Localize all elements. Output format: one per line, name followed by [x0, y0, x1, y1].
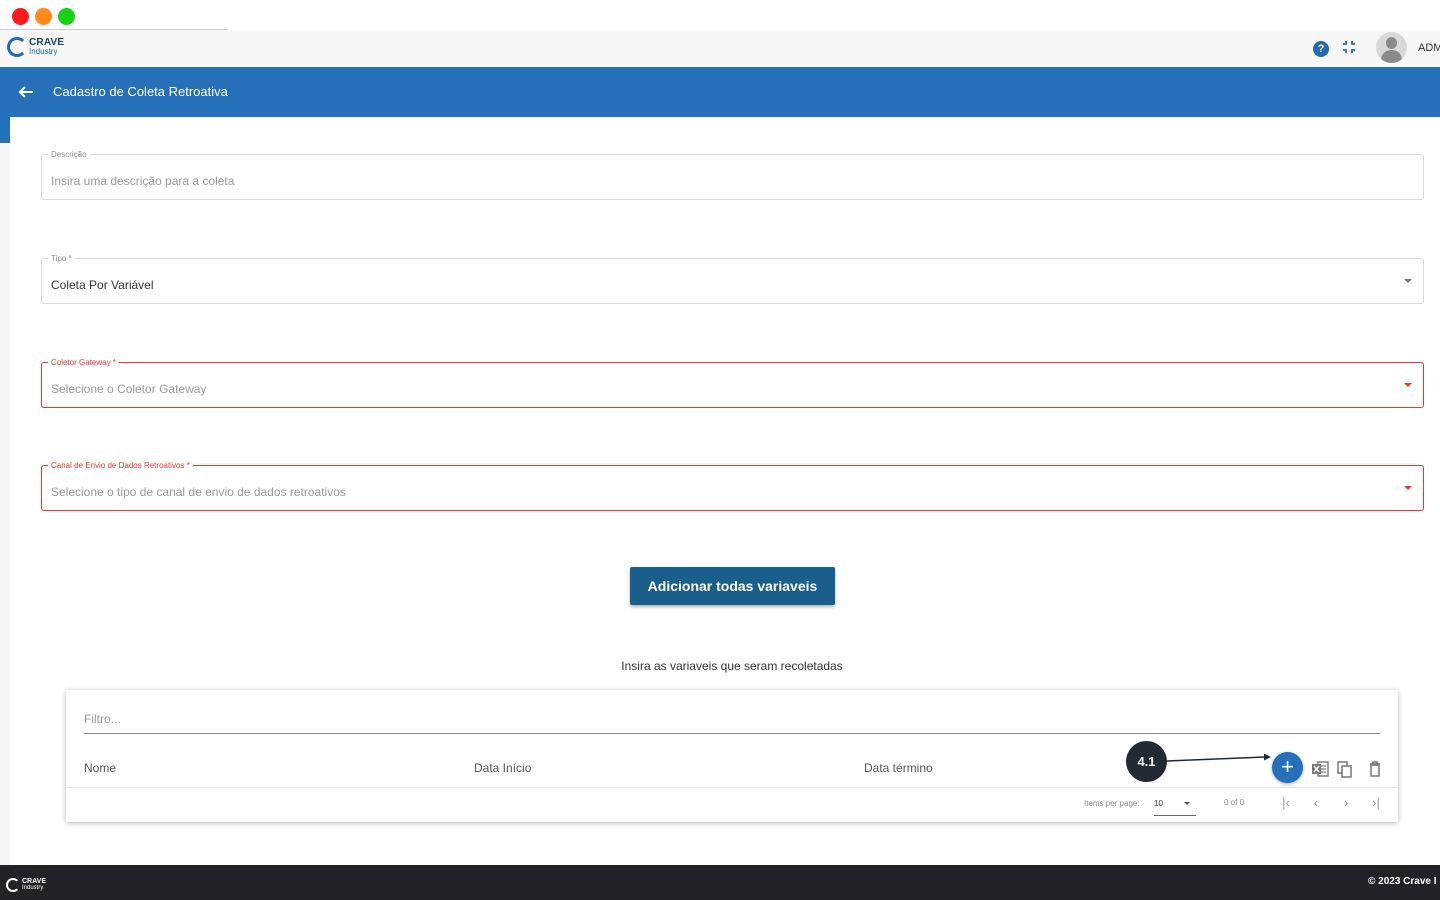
chevron-down-icon [1184, 802, 1190, 805]
add-all-variables-button[interactable]: Adicionar todas variaveis [630, 567, 835, 605]
fullscreen-exit-icon[interactable] [1342, 40, 1356, 54]
avatar[interactable] [1376, 32, 1407, 63]
coletor-gateway-select[interactable]: Coletor Gateway * Selecione o Coletor Ga… [41, 358, 1424, 408]
descricao-label: Descrição [48, 150, 90, 160]
last-page-icon[interactable]: ›| [1368, 796, 1384, 810]
previous-page-icon[interactable]: ‹ [1308, 796, 1324, 810]
variables-caption: Insira as variaveis que seram recoletada… [621, 659, 843, 673]
footer-logo: CRAVE Industry [6, 878, 46, 892]
first-page-icon[interactable]: |‹ [1278, 796, 1294, 810]
logo-sub: Industry [29, 47, 58, 56]
descricao-field[interactable]: Descrição Insira uma descrição para a co… [41, 150, 1424, 200]
footer: CRAVE Industry © 2023 Crave I [0, 865, 1440, 900]
items-per-page-label: Items per page: [1084, 799, 1140, 808]
chevron-down-icon[interactable] [1404, 383, 1412, 387]
column-header-nome[interactable]: Nome [84, 761, 116, 775]
page-range: 0 of 0 [1224, 798, 1245, 807]
window-chrome [0, 0, 1440, 30]
filter-underline [84, 733, 1380, 734]
tipo-label: Tipo * [48, 254, 75, 264]
trash-icon[interactable] [1365, 759, 1385, 779]
column-header-data-termino[interactable]: Data término [864, 761, 933, 775]
excel-export-icon[interactable] [1310, 759, 1330, 779]
header-divider [66, 787, 1398, 788]
step-callout: 4.1 [1126, 741, 1167, 782]
descricao-input[interactable]: Insira uma descrição para a coleta [51, 174, 234, 188]
chevron-down-icon[interactable] [1404, 279, 1412, 283]
page-size-value: 10 [1154, 799, 1163, 808]
canal-envio-placeholder: Selecione o tipo de canal de envio de da… [51, 485, 346, 499]
tipo-select[interactable]: Tipo * Coleta Por Variável [41, 254, 1424, 304]
back-arrow-icon[interactable] [17, 83, 35, 101]
page-size-select[interactable]: 10 [1154, 798, 1196, 816]
copy-icon[interactable] [1335, 759, 1355, 779]
logo-name: CRAVE [29, 37, 65, 48]
column-header-data-inicio[interactable]: Data Início [474, 761, 531, 775]
canal-envio-label: Canal de Envio de Dados Retroativos * [48, 461, 193, 471]
left-strip [0, 143, 10, 865]
logo-ring-icon [7, 37, 27, 57]
left-accent [0, 117, 10, 143]
next-page-icon[interactable]: › [1338, 796, 1354, 810]
crave-logo[interactable]: CRAVE Industry [7, 37, 64, 57]
coletor-gateway-placeholder: Selecione o Coletor Gateway [51, 382, 207, 396]
page-title: Cadastro de Coleta Retroativa [53, 84, 228, 99]
canal-envio-select[interactable]: Canal de Envio de Dados Retroativos * Se… [41, 461, 1424, 511]
tipo-value: Coleta Por Variável [51, 278, 154, 292]
page-title-bar: Cadastro de Coleta Retroativa [0, 67, 1440, 117]
close-window-button[interactable] [12, 8, 29, 25]
coletor-gateway-label: Coletor Gateway * [48, 358, 119, 368]
footer-logo-sub: Industry [22, 885, 44, 891]
chevron-down-icon[interactable] [1404, 486, 1412, 490]
callout-arrow [1167, 753, 1271, 762]
app-header: CRAVE Industry ? ADM [0, 30, 1440, 67]
minimize-window-button[interactable] [35, 8, 52, 25]
add-variable-button[interactable]: + [1272, 752, 1303, 783]
filter-input[interactable]: Filtro... [84, 712, 121, 726]
maximize-window-button[interactable] [58, 8, 75, 25]
user-name[interactable]: ADM [1418, 42, 1440, 54]
copyright-text: © 2023 Crave I [1368, 876, 1437, 887]
help-icon[interactable]: ? [1313, 41, 1329, 57]
